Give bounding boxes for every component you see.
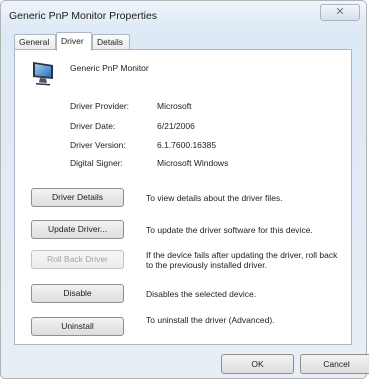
disable-button[interactable]: Disable — [31, 284, 124, 303]
properties-window: Generic PnP Monitor Properties ✕ General… — [0, 0, 369, 379]
driver-provider-label: Driver Provider: — [70, 101, 130, 111]
close-icon: ✕ — [335, 6, 345, 18]
tab-details[interactable]: Details — [92, 34, 130, 49]
driver-version-label: Driver Version: — [70, 140, 126, 150]
driver-provider-value: Microsoft — [157, 101, 192, 111]
driver-date-label: Driver Date: — [70, 121, 116, 131]
tab-driver[interactable]: Driver — [56, 32, 92, 51]
roll-back-driver-button[interactable]: Roll Back Driver — [31, 250, 124, 269]
title-bar[interactable]: Generic PnP Monitor Properties ✕ — [1, 1, 366, 28]
device-name: Generic PnP Monitor — [70, 63, 149, 73]
update-driver-description: To update the driver software for this d… — [146, 225, 313, 235]
digital-signer-label: Digital Signer: — [70, 158, 123, 168]
driver-panel: Generic PnP Monitor Driver Provider: Mic… — [14, 49, 352, 345]
close-button[interactable]: ✕ — [320, 4, 360, 21]
driver-details-button[interactable]: Driver Details — [31, 188, 124, 207]
update-driver-button[interactable]: Update Driver... — [31, 220, 124, 239]
tab-general[interactable]: General — [14, 34, 56, 49]
roll-back-driver-description: If the device fails after updating the d… — [146, 250, 338, 270]
driver-version-value: 6.1.7600.16385 — [157, 140, 217, 150]
uninstall-description: To uninstall the driver (Advanced). — [146, 315, 275, 325]
driver-date-value: 6/21/2006 — [157, 121, 195, 131]
digital-signer-value: Microsoft Windows — [157, 158, 229, 168]
driver-details-description: To view details about the driver files. — [146, 193, 283, 203]
cancel-button[interactable]: Cancel — [300, 354, 369, 374]
monitor-icon — [33, 62, 53, 86]
window-title: Generic PnP Monitor Properties — [9, 10, 158, 22]
ok-button[interactable]: OK — [221, 354, 294, 374]
disable-description: Disables the selected device. — [146, 289, 257, 299]
uninstall-button[interactable]: Uninstall — [31, 317, 124, 336]
